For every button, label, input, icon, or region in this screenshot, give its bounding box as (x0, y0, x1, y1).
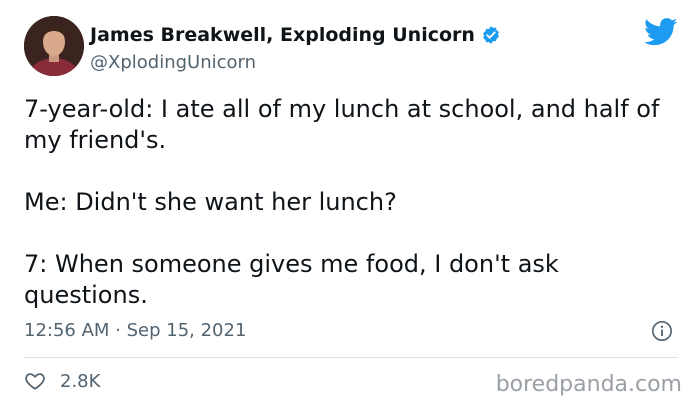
twitter-bird-icon[interactable] (644, 18, 678, 46)
info-icon[interactable] (651, 320, 673, 342)
like-button[interactable]: 2.8K (24, 370, 100, 392)
verified-badge-icon (483, 26, 499, 44)
tweet-card: James Breakwell, Exploding Unicorn @Xplo… (0, 0, 700, 410)
author-name[interactable]: James Breakwell, Exploding Unicorn (90, 24, 475, 46)
heart-icon[interactable] (24, 370, 46, 392)
avatar-image (24, 16, 84, 76)
avatar[interactable] (24, 16, 84, 76)
tweet-paragraph: Me: Didn't she want her lunch? (24, 188, 397, 216)
author-handle[interactable]: @XplodingUnicorn (90, 52, 256, 73)
watermark: boredpanda.com (495, 372, 682, 397)
tweet-paragraph: 7: When someone gives me food, I don't a… (24, 250, 559, 309)
tweet-timestamp[interactable]: 12:56 AM · Sep 15, 2021 (24, 320, 246, 341)
divider (24, 357, 678, 358)
tweet-paragraph: 7-year-old: I ate all of my lunch at sch… (24, 95, 660, 154)
like-count: 2.8K (60, 370, 101, 392)
author-name-row[interactable]: James Breakwell, Exploding Unicorn (90, 24, 501, 46)
tweet-text: 7-year-old: I ate all of my lunch at sch… (24, 94, 684, 311)
